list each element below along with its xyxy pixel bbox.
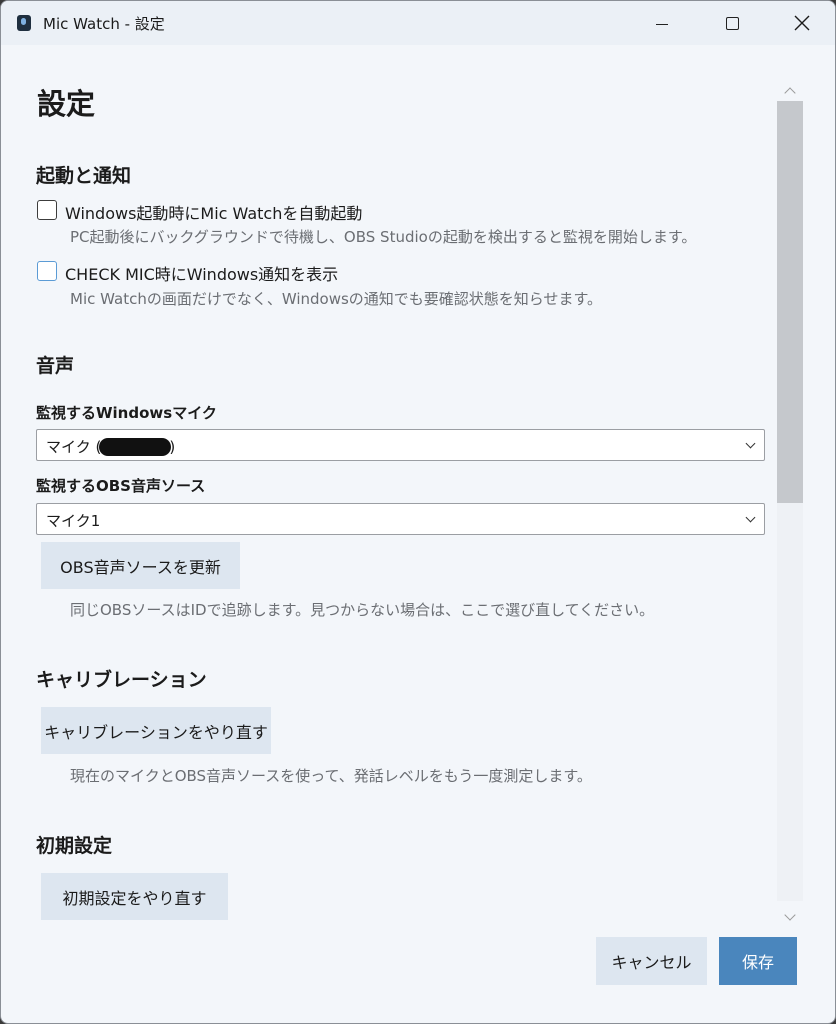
- cancel-button[interactable]: キャンセル: [596, 937, 707, 985]
- notify-description: Mic Watchの画面だけでなく、Windowsの通知でも要確認状態を知らせま…: [70, 290, 602, 308]
- calibration-description: 現在のマイクとOBS音声ソースを使って、発話レベルをもう一度測定します。: [70, 767, 592, 785]
- autostart-label[interactable]: Windows起動時にMic Watchを自動起動: [65, 200, 362, 224]
- section-title-startup: 起動と通知: [36, 165, 132, 187]
- redo-calibration-button[interactable]: キャリブレーションをやり直す: [41, 707, 271, 754]
- minimize-icon: [656, 23, 668, 25]
- window-title: Mic Watch - 設定: [43, 15, 165, 33]
- notify-checkbox[interactable]: [37, 261, 57, 281]
- scroll-up-arrow-icon[interactable]: [784, 87, 796, 99]
- section-title-audio: 音声: [36, 355, 75, 377]
- minimize-button[interactable]: [627, 1, 697, 45]
- maximize-button[interactable]: [697, 1, 767, 45]
- chevron-down-icon: [745, 512, 756, 523]
- settings-window: Mic Watch - 設定 設定 起動と通知 Windows起動時にMic W…: [0, 0, 836, 1024]
- chevron-down-icon: [745, 438, 756, 449]
- maximize-icon: [725, 16, 739, 30]
- autostart-checkbox[interactable]: [37, 200, 57, 220]
- page-title: 設定: [37, 87, 96, 121]
- obs-source-select-label: 監視するOBS音声ソース: [36, 477, 206, 495]
- refresh-description: 同じOBSソースはIDで追跡します。見つからない場合は、ここで選び直してください…: [70, 601, 655, 619]
- notify-label[interactable]: CHECK MIC時にWindows通知を表示: [65, 261, 338, 285]
- scroll-thumb[interactable]: [777, 101, 803, 503]
- redo-initial-setup-button[interactable]: 初期設定をやり直す: [41, 873, 228, 920]
- title-bar[interactable]: Mic Watch - 設定: [1, 1, 835, 45]
- obs-source-select-value: マイク1: [46, 512, 101, 530]
- obs-source-select[interactable]: マイク1: [36, 503, 765, 535]
- section-title-calibration: キャリブレーション: [36, 669, 207, 691]
- redacted-device-name: [99, 438, 172, 456]
- refresh-obs-sources-button[interactable]: OBS音声ソースを更新: [41, 542, 240, 589]
- mic-select[interactable]: マイク (): [36, 429, 765, 461]
- settings-scroll-area[interactable]: 設定 起動と通知 Windows起動時にMic Watchを自動起動 PC起動後…: [1, 45, 835, 925]
- section-title-reset: 初期設定: [36, 835, 113, 857]
- scroll-down-arrow-icon[interactable]: [784, 909, 796, 921]
- save-button[interactable]: 保存: [719, 937, 797, 985]
- vertical-scrollbar[interactable]: [777, 77, 803, 929]
- scroll-track[interactable]: [777, 101, 803, 901]
- close-button[interactable]: [767, 1, 835, 45]
- autostart-description: PC起動後にバックグラウンドで待機し、OBS Studioの起動を検出すると監視…: [70, 228, 697, 246]
- mic-select-label: 監視するWindowsマイク: [36, 404, 217, 422]
- close-icon: [794, 15, 810, 31]
- mic-watch-app-icon: [17, 15, 31, 31]
- mic-select-value: マイク (): [46, 438, 176, 456]
